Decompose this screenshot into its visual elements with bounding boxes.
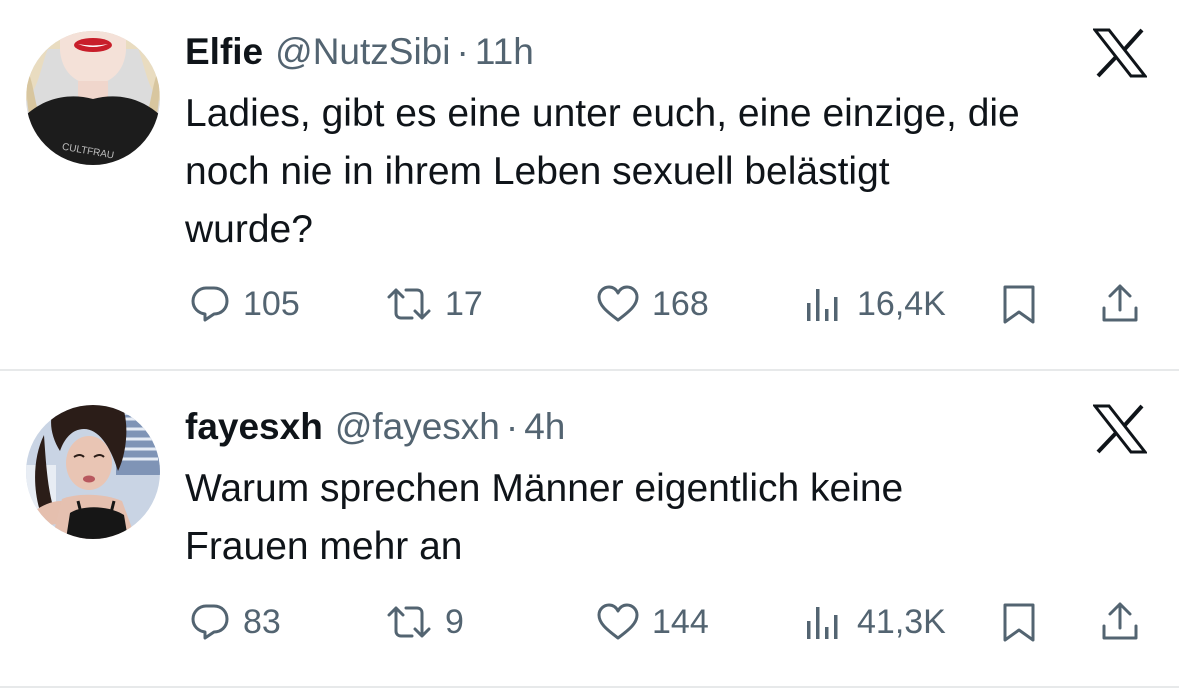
repost-button[interactable]: 17 <box>385 279 483 329</box>
timestamp[interactable]: 4h <box>524 402 565 452</box>
tweet[interactable]: CULTFRAU Elfie @NutzSibi · 11h Ladies, g… <box>0 0 1179 368</box>
repost-button[interactable]: 9 <box>385 597 464 647</box>
repost-icon <box>387 288 431 320</box>
x-logo-icon <box>1093 28 1147 78</box>
reply-count: 105 <box>243 284 300 323</box>
separator-dot: · <box>505 406 519 447</box>
reply-icon <box>191 286 229 322</box>
tweet-divider <box>0 369 1179 371</box>
avatar[interactable]: CULTFRAU <box>26 31 160 165</box>
repost-count: 9 <box>445 602 464 641</box>
bookmark-button[interactable] <box>998 279 1040 329</box>
views-count: 16,4K <box>857 284 946 323</box>
like-button[interactable]: 144 <box>596 597 709 647</box>
tweet-text: Warum sprechen Männer eigentlich keine F… <box>185 467 904 568</box>
tweet-divider <box>0 686 1179 688</box>
x-logo-icon <box>1093 404 1147 454</box>
display-name[interactable]: fayesxh <box>185 402 323 452</box>
views-button[interactable]: 41,3K <box>801 597 946 647</box>
tweet-actions: 83 9 144 41,3K <box>0 597 1179 647</box>
tweet-actions: 105 17 168 16,4K <box>0 279 1179 329</box>
bookmark-icon <box>1003 603 1035 642</box>
tweet-text: Ladies, gibt es eine unter euch, eine ei… <box>185 92 1020 251</box>
bookmark-button[interactable] <box>998 597 1040 647</box>
avatar[interactable] <box>26 405 160 539</box>
share-button[interactable] <box>1098 597 1142 647</box>
share-icon <box>1102 602 1138 640</box>
avatar-photo: CULTFRAU <box>26 31 160 165</box>
share-button[interactable] <box>1098 279 1142 329</box>
avatar-photo <box>26 405 160 539</box>
reply-button[interactable]: 83 <box>189 597 281 647</box>
tweet-header: fayesxh @fayesxh · 4h <box>185 402 565 452</box>
like-count: 168 <box>652 284 709 323</box>
reply-count: 83 <box>243 602 281 641</box>
views-icon <box>807 289 838 321</box>
like-button[interactable]: 168 <box>596 279 709 329</box>
views-count: 41,3K <box>857 602 946 641</box>
reply-icon <box>191 604 229 640</box>
like-icon <box>597 285 639 322</box>
user-handle[interactable]: @NutzSibi <box>275 27 450 77</box>
repost-icon <box>387 606 431 638</box>
repost-count: 17 <box>445 284 483 323</box>
tweet[interactable]: fayesxh @fayesxh · 4h Warum sprechen Män… <box>0 372 1179 690</box>
views-icon <box>807 607 838 639</box>
timestamp[interactable]: 11h <box>475 27 534 77</box>
bookmark-icon <box>1003 285 1035 324</box>
views-button[interactable]: 16,4K <box>801 279 946 329</box>
reply-button[interactable]: 105 <box>189 279 300 329</box>
like-icon <box>597 603 639 640</box>
tweet-header: Elfie @NutzSibi · 11h <box>185 27 534 77</box>
like-count: 144 <box>652 602 709 641</box>
user-handle[interactable]: @fayesxh <box>335 402 500 452</box>
separator-dot: · <box>456 31 469 72</box>
display-name[interactable]: Elfie <box>185 27 263 77</box>
share-icon <box>1102 284 1138 322</box>
